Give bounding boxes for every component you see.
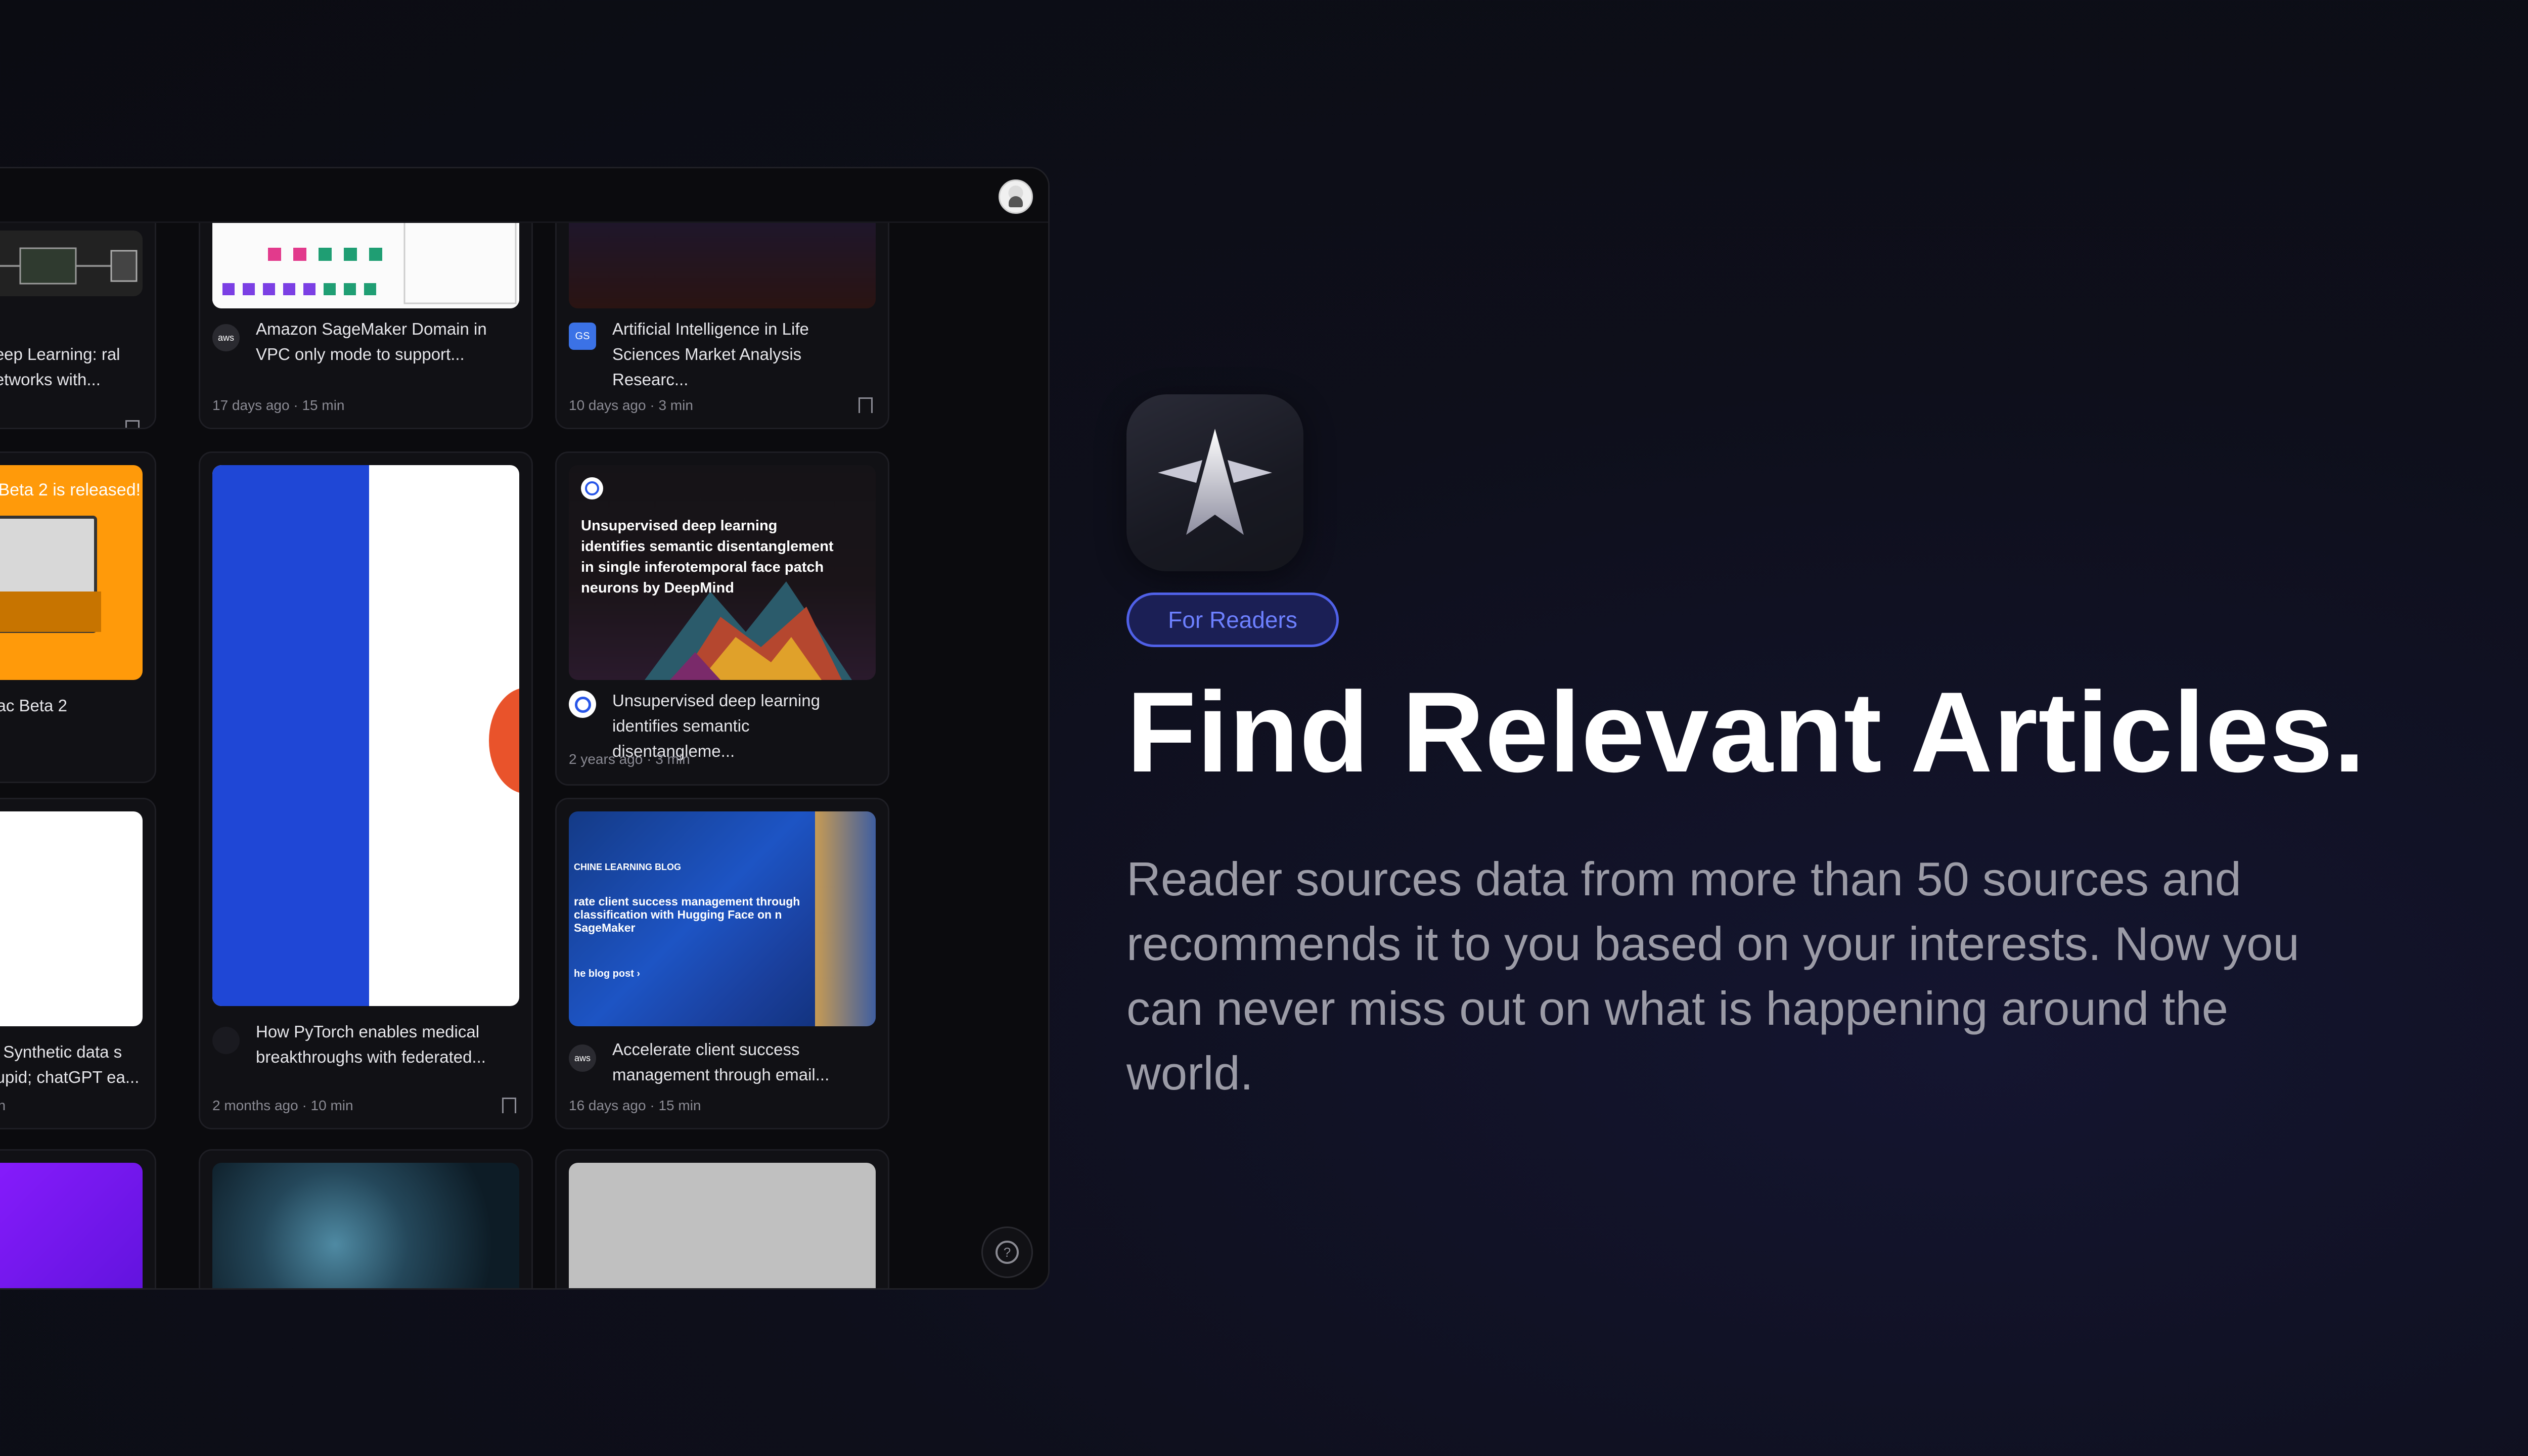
article-card[interactable]: Unsupervised deep learning identifies se… [555, 451, 889, 786]
article-thumbnail [569, 1163, 876, 1288]
app-topbar [0, 168, 1048, 223]
blue-circle-icon [569, 691, 596, 718]
article-thumbnail: Unsupervised deep learning identifies se… [569, 465, 876, 680]
article-thumbnail [212, 1163, 519, 1288]
article-meta: 2 years ago · 3 min [569, 751, 690, 767]
article-card[interactable]: aws Amazon SageMaker Domain in VPC only … [199, 189, 533, 429]
page-title: Find Relevant Articles. [1126, 668, 2366, 796]
article-card[interactable] [0, 1149, 156, 1288]
thumbnail-text: c Beta 2 is released! [0, 480, 141, 499]
article-title: Amazon SageMaker Domain in VPC only mode… [256, 320, 487, 363]
app-logo-icon [1126, 394, 1303, 571]
article-title: Artificial Intelligence in Life Sciences… [612, 320, 809, 389]
bookmark-icon[interactable] [125, 420, 140, 428]
bookmark-icon[interactable] [859, 397, 873, 418]
article-title: How PyTorch enables medical breakthrough… [256, 1022, 486, 1066]
article-thumbnail [0, 231, 143, 296]
thumbnail-text: Unsupervised deep learning identifies se… [581, 518, 834, 596]
user-avatar[interactable] [999, 179, 1033, 214]
app-window-preview: Deep Learning: ral Networks with... c Be… [0, 167, 1050, 1290]
article-thumbnail [0, 1163, 143, 1288]
article-card[interactable]: c Beta 2 is released! Mac Beta 2 [0, 451, 156, 783]
description-text: Reader sources data from more than 50 so… [1126, 852, 2299, 1100]
article-thumbnail [212, 465, 519, 1006]
thumbnail-link: he blog post › [574, 968, 641, 979]
help-button[interactable]: ? [981, 1226, 1033, 1278]
article-meta: min [0, 1098, 6, 1114]
article-title: S: Synthetic data s stupid; chatGPT ea..… [0, 1042, 140, 1086]
article-thumbnail [0, 811, 143, 1026]
question-circle-icon: ? [996, 1241, 1019, 1264]
article-card[interactable]: How PyTorch enables medical breakthrough… [199, 451, 533, 1129]
thumbnail-text: rate client success management through c… [574, 895, 800, 934]
article-thumbnail: c Beta 2 is released! [0, 465, 143, 680]
article-title: Deep Learning: ral Networks with... [0, 345, 120, 389]
for-readers-badge: For Readers [1126, 593, 1339, 647]
article-meta: 16 days ago · 15 min [569, 1098, 701, 1113]
article-meta: 10 days ago · 3 min [569, 397, 693, 413]
aws-icon: aws [212, 324, 240, 351]
article-title: Mac Beta 2 [0, 696, 67, 715]
article-card[interactable]: S: Synthetic data s stupid; chatGPT ea..… [0, 798, 156, 1129]
article-meta: 17 days ago · 15 min [212, 397, 345, 413]
article-title: Accelerate client success management thr… [612, 1040, 830, 1084]
article-card[interactable]: GS Artificial Intelligence in Life Scien… [555, 189, 889, 429]
article-card[interactable] [199, 1149, 533, 1288]
bookmark-icon[interactable] [502, 1098, 516, 1118]
blue-circle-icon [581, 477, 603, 499]
article-card[interactable] [555, 1149, 889, 1288]
aws-icon: aws [569, 1044, 596, 1072]
article-thumbnail: CHINE LEARNING BLOG rate client success … [569, 811, 876, 1026]
article-card[interactable]: CHINE LEARNING BLOG rate client success … [555, 798, 889, 1129]
source-icon [212, 1027, 240, 1054]
article-meta: 2 months ago · 10 min [212, 1098, 353, 1113]
article-card[interactable]: Deep Learning: ral Networks with... [0, 189, 156, 429]
google-scholar-icon: GS [569, 323, 596, 350]
thumbnail-kicker: CHINE LEARNING BLOG [574, 862, 682, 872]
